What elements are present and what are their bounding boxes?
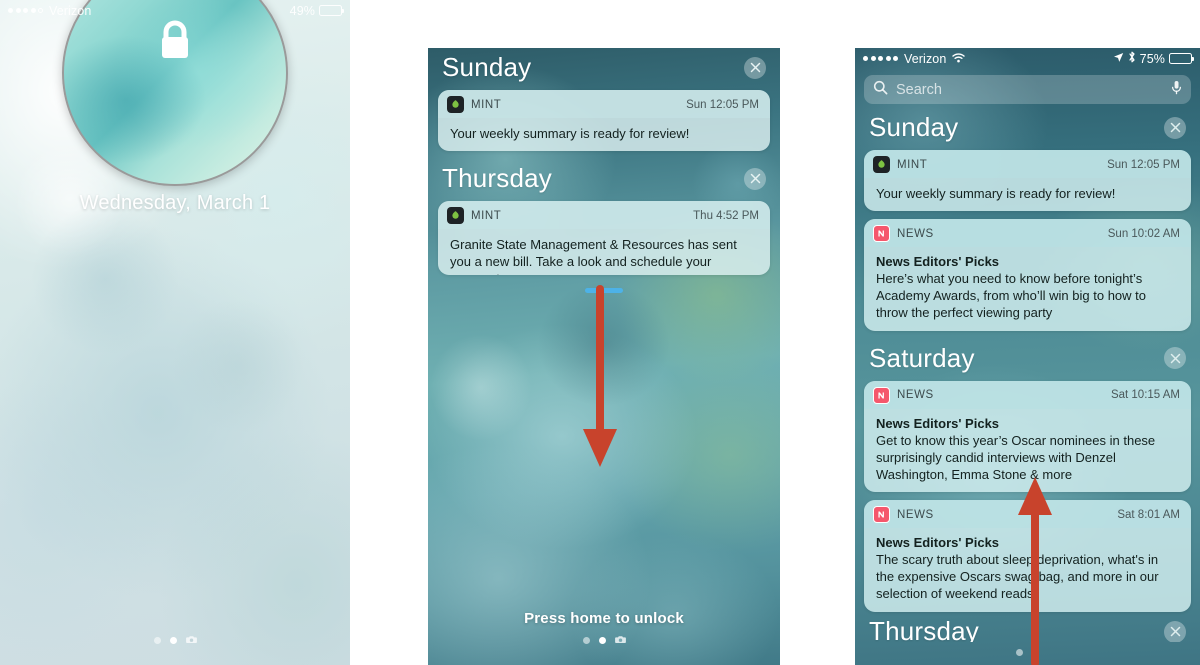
signal-strength-icon <box>8 8 43 13</box>
status-bar-notification-center: Verizon 75% <box>855 48 1200 69</box>
notification-time: Thu 4:52 PM <box>693 209 759 222</box>
close-icon <box>1170 626 1180 637</box>
notification-body: Your weekly summary is ready for review! <box>864 178 1191 211</box>
signal-strength-icon <box>863 56 898 61</box>
day-title: Thursday <box>869 619 979 642</box>
notification-app-name: NEWS <box>897 389 934 402</box>
notification-app-name: NEWS <box>897 508 934 521</box>
notification-title: News Editors' Picks <box>876 415 1000 431</box>
status-bar-right: 49% <box>289 3 345 18</box>
clear-section-button[interactable] <box>1164 347 1186 370</box>
notification-body: Your weekly summary is ready for review! <box>438 118 770 151</box>
news-app-icon <box>873 506 890 524</box>
day-title: Saturday <box>869 342 975 373</box>
day-title: Thursday <box>442 163 552 194</box>
lockscreen-notification-list: Sunday MINT Sun 12:05 PM Your weekly sum… <box>428 48 780 283</box>
search-icon <box>873 80 888 100</box>
close-icon <box>1170 353 1180 363</box>
camera-icon[interactable] <box>614 631 626 649</box>
carrier-label: Verizon <box>904 51 947 66</box>
notification-header: NEWS Sun 10:02 AM <box>864 219 1191 248</box>
day-header-sunday: Sunday <box>428 48 780 85</box>
notification-text: Your weekly summary is ready for review! <box>450 126 690 141</box>
bluetooth-icon <box>1128 51 1136 66</box>
status-bar-right: 75% <box>1113 51 1195 66</box>
search-bar[interactable]: Search <box>864 75 1191 104</box>
notification-header: MINT Sun 12:05 PM <box>438 90 770 118</box>
day-title: Sunday <box>442 52 532 82</box>
clear-section-button[interactable] <box>744 167 766 190</box>
clear-section-button[interactable] <box>1164 620 1186 642</box>
status-bar-left: Verizon <box>8 4 91 18</box>
notification-app-name: NEWS <box>897 227 934 240</box>
notification-text: Granite State Management & Resources has… <box>450 237 737 275</box>
notification-card[interactable]: MINT Sun 12:05 PM Your weekly summary is… <box>864 150 1191 212</box>
page-dot[interactable] <box>582 636 590 644</box>
notification-title: News Editors' Picks <box>876 254 1000 270</box>
notification-card[interactable]: MINT Thu 4:52 PM Granite State Managemen… <box>438 201 770 276</box>
microphone-icon[interactable] <box>1171 80 1182 100</box>
notification-app-name: MINT <box>897 158 928 171</box>
news-app-icon <box>873 225 890 243</box>
notification-time: Sat 10:15 AM <box>1110 389 1180 402</box>
close-icon <box>1170 122 1180 133</box>
close-icon <box>750 62 760 73</box>
phone-screen-lockscreen-notifications: Sunday MINT Sun 12:05 PM Your weekly sum… <box>428 48 780 665</box>
carrier-label: Verizon <box>49 3 92 18</box>
mint-app-icon <box>447 207 464 225</box>
wifi-icon <box>952 52 966 66</box>
page-dot-active[interactable] <box>598 636 606 644</box>
notification-time: Sat 8:01 AM <box>1117 508 1180 521</box>
phone-screen-lockscreen: Verizon 49% Wednesday, March 1 <box>0 0 350 665</box>
page-dot-active[interactable] <box>169 636 177 644</box>
unlock-instruction: Press home to unlock <box>524 610 684 627</box>
notification-card[interactable]: NEWS Sun 10:02 AM News Editors' Picks He… <box>864 219 1191 331</box>
status-bar-lockscreen: Verizon 49% <box>0 0 350 21</box>
swipe-up-arrow <box>1018 477 1052 665</box>
notification-body: News Editors' Picks Here’s what you need… <box>864 247 1191 330</box>
gutter-left <box>350 0 428 665</box>
notification-time: Sun 12:05 PM <box>686 98 759 111</box>
clear-section-button[interactable] <box>1164 116 1186 139</box>
notification-text: Here’s what you need to know before toni… <box>876 271 1146 321</box>
news-app-icon <box>873 386 890 404</box>
clear-section-button[interactable] <box>744 56 766 79</box>
day-title: Sunday <box>869 112 959 142</box>
three-phone-screenshot-strip: Verizon 49% Wednesday, March 1 Sunday MI… <box>0 0 1200 665</box>
day-header-saturday: Saturday <box>855 339 1200 376</box>
gutter-right <box>780 0 855 665</box>
notification-header: MINT Sun 12:05 PM <box>864 150 1191 178</box>
day-header-thursday: Thursday <box>428 159 780 196</box>
battery-percent-label: 75% <box>1139 51 1165 66</box>
battery-percent-label: 49% <box>289 3 315 18</box>
notification-app-name: MINT <box>471 209 502 222</box>
day-header-sunday: Sunday <box>855 108 1200 145</box>
close-icon <box>750 173 760 184</box>
page-dot[interactable] <box>153 636 161 644</box>
mint-app-icon <box>873 156 890 173</box>
notification-app-name: MINT <box>471 98 502 111</box>
status-bar-left: Verizon <box>863 51 966 66</box>
lockscreen-datetime: Wednesday, March 1 <box>79 192 271 214</box>
camera-icon[interactable] <box>185 631 197 649</box>
notification-time: Sun 10:02 AM <box>1107 227 1180 240</box>
page-indicator-lockscreen-notifications <box>428 631 780 649</box>
mint-app-icon <box>447 96 464 113</box>
battery-icon <box>319 5 345 16</box>
swipe-down-arrow <box>583 285 617 467</box>
battery-icon <box>1169 53 1195 64</box>
location-arrow-icon <box>1113 52 1124 66</box>
notification-header: NEWS Sat 10:15 AM <box>864 380 1191 409</box>
search-input-placeholder[interactable]: Search <box>896 82 1163 98</box>
notification-text: Your weekly summary is ready for review! <box>876 186 1116 201</box>
notification-header: MINT Thu 4:52 PM <box>438 201 770 230</box>
page-indicator-lockscreen <box>0 631 350 649</box>
lock-icon <box>155 18 195 69</box>
notification-card[interactable]: MINT Sun 12:05 PM Your weekly summary is… <box>438 90 770 152</box>
notification-body: Granite State Management & Resources has… <box>438 229 770 275</box>
notification-time: Sun 12:05 PM <box>1107 158 1180 171</box>
phone-screen-notification-center: Verizon 75% Search Sunday MINT Sun 12:05… <box>855 48 1200 665</box>
